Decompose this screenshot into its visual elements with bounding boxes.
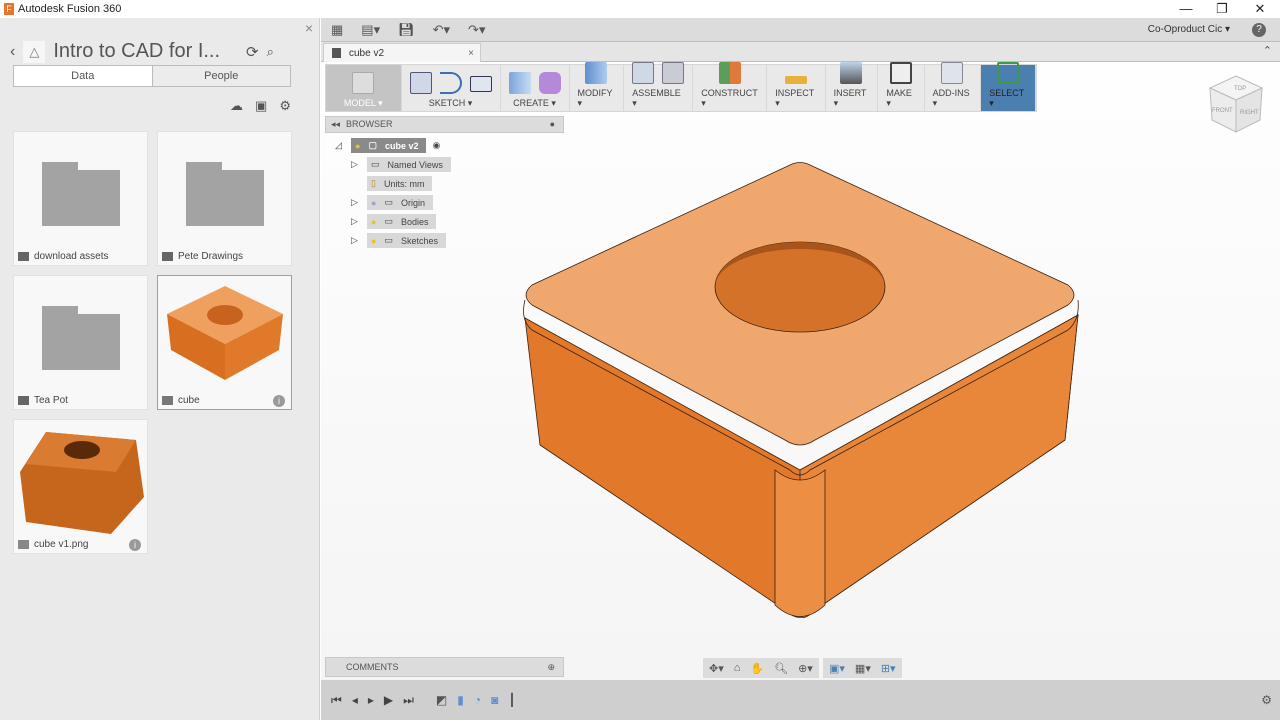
close-panel-button[interactable]: × [305,20,313,36]
folder-small-icon [18,252,29,261]
folder-icon [41,161,120,226]
folder-small-icon [18,396,29,405]
timeline: ⏮ ◂ ▸ ▶ ⏭ ◩ ▮ ◔ ◙ ┃ ⚙ [321,680,1280,720]
info-icon[interactable]: i [129,538,141,551]
workspace: ▦ ▤▾ 💾︎ ↶▾ ↷▾ Co-Oproduct Cic ▾ ? cube v… [321,18,1280,720]
folder-icon [41,305,120,370]
timeline-settings-icon[interactable]: ⚙ [1261,693,1272,707]
step-back-icon[interactable]: ◂ [352,693,358,707]
project-title: Intro to CAD for I... [53,40,221,62]
gear-icon[interactable]: ⚙ [279,98,291,114]
cube-image-thumbnail [14,420,147,535]
design-card[interactable]: cube i [157,275,292,410]
comments-panel-header[interactable]: COMMENTS ⊕ [325,657,564,677]
tab-data[interactable]: Data [14,66,153,86]
timeline-hole-feature-icon[interactable]: ◙ [491,693,498,707]
zoom-icon[interactable]: 🔍︎ [774,662,788,675]
fusion-logo-icon: F [4,3,14,15]
folder-icon [185,161,264,226]
viewcube-right-label: RIGHT [1240,110,1259,116]
timeline-extrude-feature-icon[interactable]: ▮ [457,693,464,707]
refresh-icon[interactable]: ⟳ [246,43,259,61]
timeline-marker[interactable]: ┃ [508,693,515,707]
item-name: Pete Drawings [178,251,244,262]
cube-model[interactable] [523,162,1079,618]
item-name: cube v1.png [34,539,89,550]
navigation-bar: ✥▾ ⌂ ✋ 🔍︎ ⊕▾ [703,658,819,678]
item-name: Tea Pot [34,395,68,406]
timeline-sketch-feature-icon[interactable]: ◩ [436,693,447,707]
item-name: cube [178,395,200,406]
close-button[interactable]: ✕ [1242,0,1278,18]
tab-people[interactable]: People [152,66,290,86]
add-comment-icon[interactable]: ⊕ [547,658,555,676]
folder-card[interactable]: download assets [13,131,148,266]
restore-button[interactable]: ❐ [1204,0,1240,18]
minimize-button[interactable]: — [1168,0,1204,18]
pan-icon[interactable]: ✋ [750,662,764,675]
image-icon [18,540,29,549]
upload-icon[interactable]: ☁ [230,98,243,114]
viewcube-top-label: TOP [1234,86,1246,92]
window-title: Autodesk Fusion 360 [18,3,122,15]
view-cube[interactable]: TOP FRONT RIGHT [1206,74,1266,143]
item-name: download assets [34,251,109,262]
data-panel: ‹ △ Intro to CAD for I... ⟳ ⌕ × Data Peo… [0,18,320,720]
go-to-start-icon[interactable]: ⏮ [331,693,342,708]
play-icon[interactable]: ▶ [384,693,393,707]
timeline-fillet-feature-icon[interactable]: ◔ [474,693,481,707]
display-settings-icon[interactable]: ▣▾ [829,662,845,675]
display-settings-bar: ▣▾ ▦▾ ⊞▾ [823,658,902,678]
viewports-icon[interactable]: ⊞▾ [881,662,896,675]
step-forward-icon[interactable]: ▸ [368,693,374,707]
folder-card[interactable]: Pete Drawings [157,131,292,266]
image-card[interactable]: cube v1.png i [13,419,148,554]
comments-title: COMMENTS [346,662,399,672]
orbit-icon[interactable]: ✥▾ [709,662,724,675]
new-folder-icon[interactable]: ▣ [255,98,267,114]
fit-icon[interactable]: ⊕▾ [798,662,813,675]
look-at-icon[interactable]: ⌂ [734,662,741,674]
viewcube-front-label: FRONT [1212,108,1233,114]
back-icon[interactable]: ‹ [10,43,15,61]
go-to-end-icon[interactable]: ⏭ [403,693,414,708]
cube-thumbnail [158,276,291,391]
design-icon [162,396,173,405]
search-icon[interactable]: ⌕ [267,44,274,60]
folder-small-icon [162,252,173,261]
hub-icon[interactable]: △ [23,40,46,63]
grid-settings-icon[interactable]: ▦▾ [855,662,871,675]
info-icon[interactable]: i [273,394,285,407]
viewport-canvas[interactable] [321,18,1280,658]
folder-card[interactable]: Tea Pot [13,275,148,410]
title-bar: F Autodesk Fusion 360 — ❐ ✕ [0,0,1280,18]
